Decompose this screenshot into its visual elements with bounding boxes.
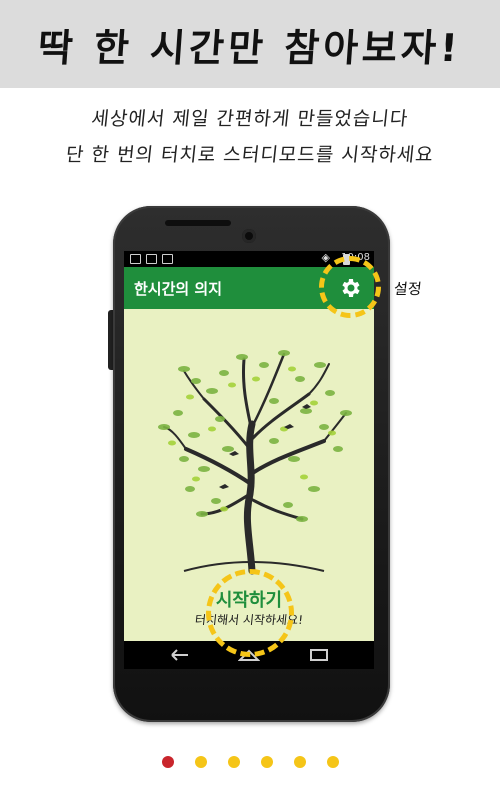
banner: 딱 한 시간만 참아보자! [0,0,500,88]
back-button[interactable] [166,645,196,665]
notification-icon [130,254,141,264]
banner-title: 딱 한 시간만 참아보자! [36,25,464,70]
mail-icon [162,254,173,264]
pagination [0,756,500,772]
settings-callout-label: 설정 [393,280,423,298]
front-camera-icon [242,229,256,243]
phone-earpiece [165,220,231,226]
tree-illustration [158,350,352,575]
page-dot-3[interactable] [227,756,240,768]
start-highlight-ring [206,569,294,657]
image-icon [146,254,157,264]
page-dot-2[interactable] [194,756,207,768]
page-dot-4[interactable] [260,756,273,768]
recents-button[interactable] [304,645,334,665]
wifi-icon: ◈ [321,251,330,264]
page-dot-5[interactable] [293,756,306,768]
page-dot-6[interactable] [326,756,339,768]
app-title: 한시간의 의지 [134,279,223,298]
back-icon [171,649,188,661]
settings-highlight-ring [319,256,381,318]
subtitle-line-2: 단 한 번의 터치로 스터디모드를 시작하세요 [64,144,435,166]
page-dot-1[interactable] [161,756,174,768]
subtitle-line-1: 세상에서 제일 간편하게 만들었습니다 [90,108,410,130]
recents-icon [310,649,328,661]
